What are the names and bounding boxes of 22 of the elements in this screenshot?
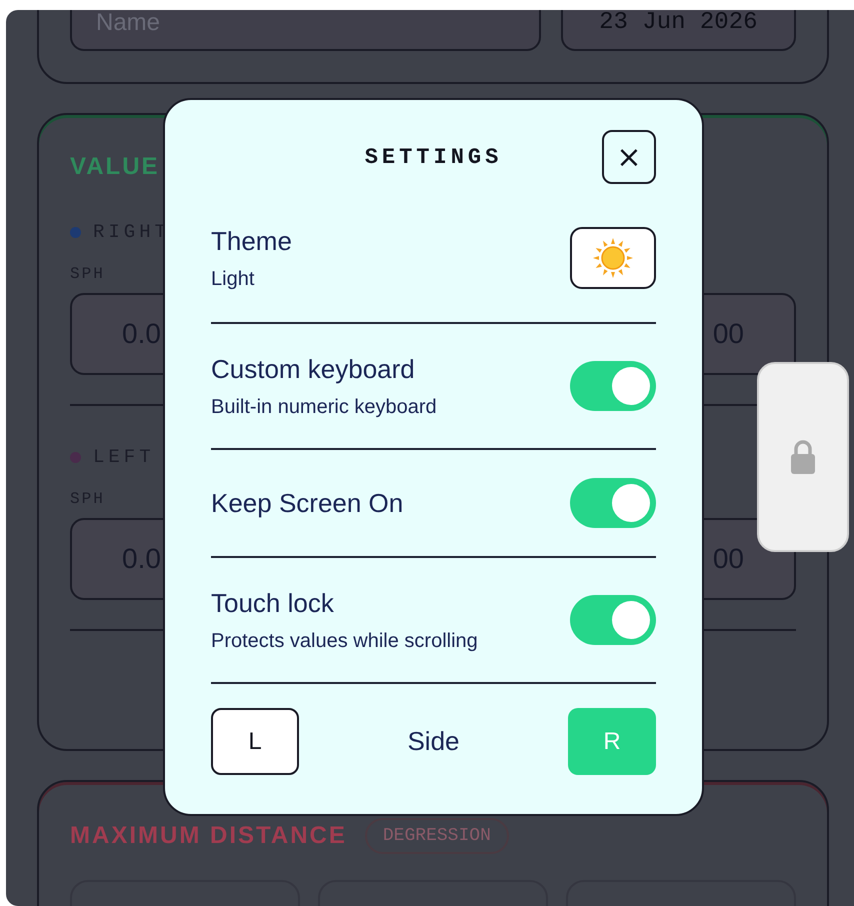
toggle-switch[interactable] [570, 361, 656, 411]
card-title: MAXIMUM DISTANCE [70, 822, 347, 850]
side-option[interactable]: L [211, 708, 299, 775]
card-title: VALUE [70, 153, 160, 181]
side-label: Side [407, 726, 460, 757]
setting-label: Theme [211, 225, 292, 258]
dialog-title: SETTINGS [364, 144, 502, 170]
toggle-switch[interactable] [570, 595, 656, 645]
setting-description: Protects values while scrolling [211, 629, 478, 654]
sun-icon [593, 238, 633, 278]
lock-icon [790, 439, 816, 475]
setting-label: Keep Screen On [211, 487, 404, 520]
toggle-switch[interactable] [570, 478, 656, 528]
lock-handle[interactable] [757, 362, 849, 552]
setting-description: Built-in numeric keyboard [211, 395, 437, 420]
theme-button[interactable] [570, 227, 656, 289]
setting-label: Touch lock [211, 587, 335, 620]
setting-description: Light [211, 267, 256, 292]
setting-label: Custom keyboard [211, 353, 416, 386]
side-option[interactable]: R [568, 708, 656, 775]
close-button[interactable]: × [602, 130, 656, 184]
degression-tag: DEGRESSION [364, 818, 509, 854]
